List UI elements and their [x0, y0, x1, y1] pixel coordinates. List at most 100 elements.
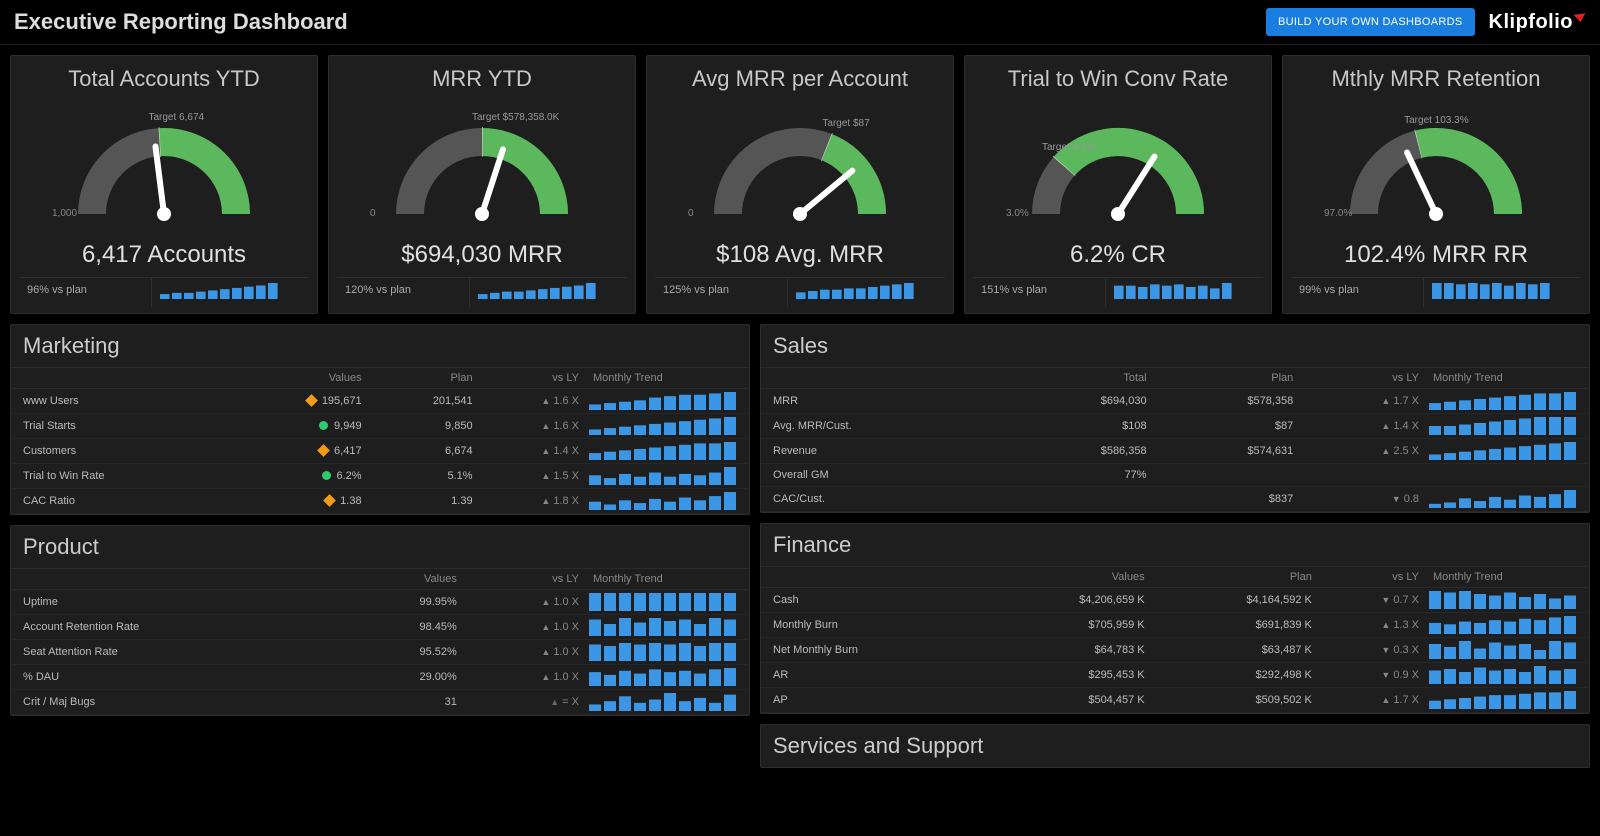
row-label: www Users — [11, 389, 224, 414]
table-row: Trial to Win Rate 6.2% 5.1% 1.5 X — [11, 464, 749, 489]
row-value: $705,959 K — [983, 613, 1150, 638]
row-vsly — [1299, 464, 1425, 487]
row-vsly: 1.0 X — [463, 665, 585, 690]
row-value — [1006, 487, 1153, 512]
row-spark — [1425, 588, 1589, 613]
row-spark — [585, 439, 749, 464]
row-value: $504,457 K — [983, 688, 1150, 713]
gauge-spark — [470, 278, 627, 307]
table-row: Crit / Maj Bugs 31 = X — [11, 690, 749, 715]
row-vsly: 1.0 X — [463, 615, 585, 640]
finance-table: ValuesPlanvs LYMonthly Trend Cash $4,206… — [761, 566, 1589, 713]
row-plan: $509,502 K — [1151, 688, 1318, 713]
table-row: Monthly Burn $705,959 K $691,839 K 1.3 X — [761, 613, 1589, 638]
row-vsly: 2.5 X — [1299, 439, 1425, 464]
table-row: CAC/Cust. $837 0.8 — [761, 487, 1589, 512]
gauge-spark — [788, 278, 945, 307]
row-plan: $691,839 K — [1151, 613, 1318, 638]
row-plan: 6,674 — [368, 439, 479, 464]
gauge-spark — [1106, 278, 1263, 307]
status-marker — [305, 394, 318, 407]
section-title: Finance — [761, 524, 1589, 566]
table-row: Seat Attention Rate 95.52% 1.0 X — [11, 640, 749, 665]
gauge-card-4: Mthly MRR Retention Target 103.3% 97.0% … — [1282, 55, 1590, 314]
row-value: $4,206,659 K — [983, 588, 1150, 613]
gauge-spark — [1424, 278, 1581, 307]
section-title: Product — [11, 526, 749, 568]
table-row: Cash $4,206,659 K $4,164,592 K 0.7 X — [761, 588, 1589, 613]
row-spark — [1425, 414, 1589, 439]
row-plan: $4,164,592 K — [1151, 588, 1318, 613]
gauge: Target 6,674 1,000 — [34, 94, 294, 239]
gauge-readout: $108 Avg. MRR — [716, 241, 884, 269]
section-title: Services and Support — [761, 725, 1589, 767]
vs-plan-label: 151% vs plan — [973, 278, 1106, 307]
gauge: Target 4.1% 3.0% — [988, 94, 1248, 239]
row-spark — [1425, 464, 1589, 487]
row-plan: 201,541 — [368, 389, 479, 414]
gauge-card-2: Avg MRR per Account Target $87 0 $108 Av… — [646, 55, 954, 314]
row-label: Trial to Win Rate — [11, 464, 224, 489]
row-spark — [1425, 487, 1589, 512]
row-value: 6.2% — [224, 464, 367, 489]
row-spark — [585, 590, 749, 615]
gauge-title: MRR YTD — [432, 66, 532, 92]
row-vsly: 0.7 X — [1318, 588, 1425, 613]
finance-section: Finance ValuesPlanvs LYMonthly Trend Cas… — [760, 523, 1590, 714]
row-spark — [1425, 638, 1589, 663]
row-value: $108 — [1006, 414, 1153, 439]
row-label: % DAU — [11, 665, 341, 690]
table-row: Revenue $586,358 $574,631 2.5 X — [761, 439, 1589, 464]
table-row: Avg. MRR/Cust. $108 $87 1.4 X — [761, 414, 1589, 439]
row-vsly: 1.4 X — [479, 439, 585, 464]
row-label: CAC Ratio — [11, 489, 224, 514]
row-label: Overall GM — [761, 464, 1006, 487]
row-label: Cash — [761, 588, 983, 613]
table-row: CAC Ratio 1.38 1.39 1.8 X — [11, 489, 749, 514]
row-spark — [1425, 439, 1589, 464]
vs-plan-label: 96% vs plan — [19, 278, 152, 307]
row-value: $64,783 K — [983, 638, 1150, 663]
row-spark — [1425, 663, 1589, 688]
row-vsly: 0.9 X — [1318, 663, 1425, 688]
row-vsly: 1.6 X — [479, 414, 585, 439]
build-dashboard-button[interactable]: BUILD YOUR OWN DASHBOARDS — [1266, 8, 1475, 36]
gauge-title: Mthly MRR Retention — [1331, 66, 1540, 92]
row-vsly: 1.5 X — [479, 464, 585, 489]
row-label: Customers — [11, 439, 224, 464]
row-spark — [585, 464, 749, 489]
row-label: Revenue — [761, 439, 1006, 464]
row-label: Seat Attention Rate — [11, 640, 341, 665]
row-spark — [1425, 613, 1589, 638]
row-plan: 9,850 — [368, 414, 479, 439]
row-value: 99.95% — [341, 590, 462, 615]
row-label: CAC/Cust. — [761, 487, 1006, 512]
row-label: MRR — [761, 389, 1006, 414]
row-vsly: 1.4 X — [1299, 414, 1425, 439]
gauge-title: Total Accounts YTD — [68, 66, 260, 92]
row-value: 6,417 — [224, 439, 367, 464]
gauge: Target $578,358.0K 0 — [352, 94, 612, 239]
section-title: Marketing — [11, 325, 749, 367]
gauge: Target 103.3% 97.0% — [1306, 94, 1566, 239]
table-row: % DAU 29.00% 1.0 X — [11, 665, 749, 690]
status-marker — [323, 494, 336, 507]
row-value: 31 — [341, 690, 462, 715]
row-vsly: 1.3 X — [1318, 613, 1425, 638]
status-marker — [319, 421, 328, 430]
row-plan: $87 — [1153, 414, 1300, 439]
vs-plan-label: 99% vs plan — [1291, 278, 1424, 307]
row-vsly: 1.7 X — [1318, 688, 1425, 713]
row-vsly: 1.8 X — [479, 489, 585, 514]
row-label: Account Retention Rate — [11, 615, 341, 640]
row-plan: $574,631 — [1153, 439, 1300, 464]
row-plan: 5.1% — [368, 464, 479, 489]
table-row: MRR $694,030 $578,358 1.7 X — [761, 389, 1589, 414]
row-spark — [585, 690, 749, 715]
row-vsly: 1.0 X — [463, 590, 585, 615]
row-label: Crit / Maj Bugs — [11, 690, 341, 715]
brand-logo: Klipfolio — [1489, 11, 1586, 34]
row-value: 77% — [1006, 464, 1153, 487]
row-plan: 1.39 — [368, 489, 479, 514]
table-row: Overall GM 77% — [761, 464, 1589, 487]
